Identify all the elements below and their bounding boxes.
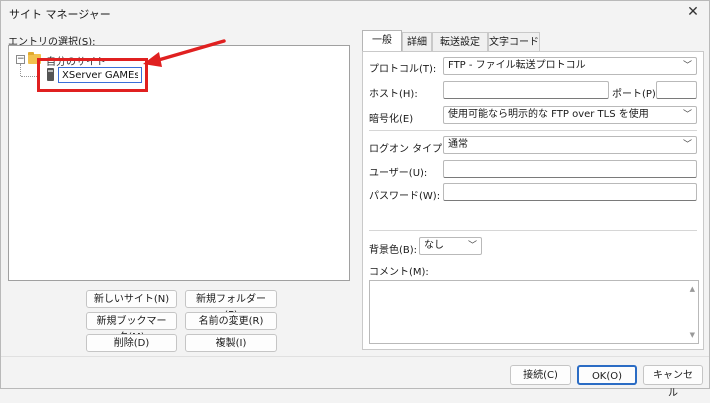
cancel-button[interactable]: キャンセル xyxy=(643,365,703,399)
scroll-up-icon[interactable]: ▲ xyxy=(690,285,695,293)
bgcolor-select[interactable]: なし ﹀ xyxy=(419,237,482,255)
ok-button[interactable]: OK(O) xyxy=(577,365,637,385)
tab-transfer-settings[interactable]: 転送設定 xyxy=(432,32,488,51)
tab-advanced[interactable]: 詳細 xyxy=(402,32,432,51)
divider xyxy=(369,230,697,231)
password-input[interactable] xyxy=(443,183,697,201)
port-label: ポート(P): xyxy=(612,89,660,100)
host-input[interactable] xyxy=(443,81,609,99)
encryption-select-value: 使用可能なら明示的な FTP over TLS を使用 xyxy=(448,109,649,120)
tab-general[interactable]: 一般 xyxy=(362,30,402,52)
new-bookmark-button[interactable]: 新規ブックマーク(M) xyxy=(86,312,177,343)
footer-divider xyxy=(1,356,709,357)
bgcolor-label: 背景色(B): xyxy=(369,245,418,256)
divider xyxy=(369,130,697,131)
protocol-select-value: FTP - ファイル転送プロトコル xyxy=(448,60,586,71)
encryption-label: 暗号化(E) xyxy=(369,114,414,125)
title-bar: サイト マネージャー ✕ xyxy=(1,1,709,25)
chevron-down-icon: ﹀ xyxy=(682,61,692,71)
general-tab-panel: プロトコル(T): FTP - ファイル転送プロトコル ﹀ ホスト(H): ポー… xyxy=(362,51,704,350)
chevron-down-icon: ﹀ xyxy=(682,140,692,150)
connect-button[interactable]: 接続(C) xyxy=(510,365,571,385)
window-title: サイト マネージャー xyxy=(9,8,111,21)
tree-collapse-toggle[interactable]: − xyxy=(16,55,25,64)
comment-textarea[interactable]: ▲ ▼ xyxy=(369,280,699,344)
scroll-down-icon[interactable]: ▼ xyxy=(690,331,695,339)
protocol-label: プロトコル(T): xyxy=(369,64,437,75)
protocol-select[interactable]: FTP - ファイル転送プロトコル ﹀ xyxy=(443,57,697,75)
chevron-down-icon: ﹀ xyxy=(467,241,477,251)
site-manager-window: サイト マネージャー ✕ エントリの選択(S): − 自分のサイト 新しいサイト… xyxy=(0,0,710,399)
port-input[interactable] xyxy=(656,81,697,99)
chevron-down-icon: ﹀ xyxy=(682,110,692,120)
rename-button[interactable]: 名前の変更(R) xyxy=(185,312,277,330)
password-label: パスワード(W): xyxy=(369,191,441,202)
logon-type-select[interactable]: 通常 ﹀ xyxy=(443,136,697,154)
new-folder-button[interactable]: 新規フォルダー(F) xyxy=(185,290,277,321)
annotation-arrow-icon xyxy=(143,39,226,67)
encryption-select[interactable]: 使用可能なら明示的な FTP over TLS を使用 ﹀ xyxy=(443,106,697,124)
delete-button[interactable]: 削除(D) xyxy=(86,334,177,352)
user-input[interactable] xyxy=(443,160,697,178)
comment-label: コメント(M): xyxy=(369,267,429,278)
logon-type-select-value: 通常 xyxy=(448,139,468,150)
close-icon[interactable]: ✕ xyxy=(683,1,703,23)
new-site-button[interactable]: 新しいサイト(N) xyxy=(86,290,177,308)
user-label: ユーザー(U): xyxy=(369,168,428,179)
annotation-highlight-box xyxy=(37,58,148,92)
tree-connector xyxy=(20,64,21,76)
duplicate-button[interactable]: 複製(I) xyxy=(185,334,277,352)
tab-charset[interactable]: 文字コード xyxy=(488,32,540,51)
bgcolor-select-value: なし xyxy=(424,240,444,251)
host-label: ホスト(H): xyxy=(369,89,418,100)
